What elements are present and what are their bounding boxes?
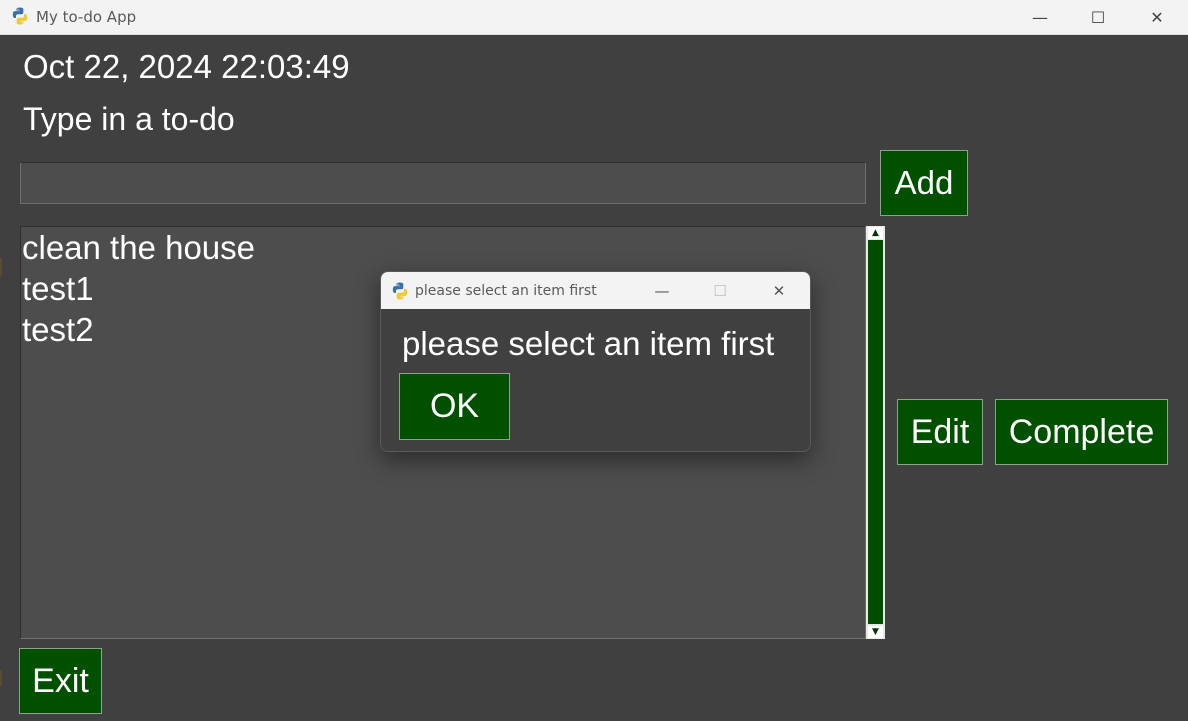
window-title: My to-do App — [36, 8, 137, 26]
window-edge-mark — [0, 670, 2, 686]
scroll-up-icon[interactable]: ▲ — [868, 227, 883, 239]
dialog-title: please select an item first — [415, 283, 597, 299]
scroll-down-icon[interactable]: ▼ — [868, 626, 883, 638]
title-bar[interactable]: My to-do App — ☐ ✕ — [0, 0, 1188, 35]
alert-dialog: please select an item first — ☐ ✕ please… — [380, 271, 811, 452]
todo-prompt-label: Type in a to-do — [23, 101, 235, 137]
list-scrollbar[interactable]: ▲ ▼ — [866, 226, 885, 639]
maximize-icon[interactable]: ☐ — [1075, 0, 1121, 34]
complete-button[interactable]: Complete — [995, 399, 1168, 465]
dialog-title-bar[interactable]: please select an item first — ☐ ✕ — [381, 272, 810, 309]
close-icon[interactable]: ✕ — [756, 272, 802, 309]
minimize-icon[interactable]: — — [1017, 0, 1063, 34]
clock-label: Oct 22, 2024 22:03:49 — [23, 48, 350, 85]
maximize-icon: ☐ — [713, 281, 727, 300]
close-icon[interactable]: ✕ — [1134, 0, 1180, 34]
scroll-thumb[interactable] — [868, 240, 883, 624]
todo-input[interactable] — [20, 162, 866, 204]
dialog-message: please select an item first — [402, 325, 775, 362]
minimize-icon[interactable]: — — [639, 272, 685, 309]
ok-button[interactable]: OK — [399, 373, 510, 440]
edit-button[interactable]: Edit — [897, 399, 983, 465]
add-button[interactable]: Add — [880, 150, 968, 216]
python-icon — [12, 7, 28, 25]
list-item[interactable]: clean the house — [21, 227, 865, 268]
python-icon — [392, 282, 408, 300]
main-window: My to-do App — ☐ ✕ Oct 22, 2024 22:03:49… — [0, 0, 1188, 721]
exit-button[interactable]: Exit — [19, 648, 102, 714]
window-edge-mark — [0, 258, 2, 276]
